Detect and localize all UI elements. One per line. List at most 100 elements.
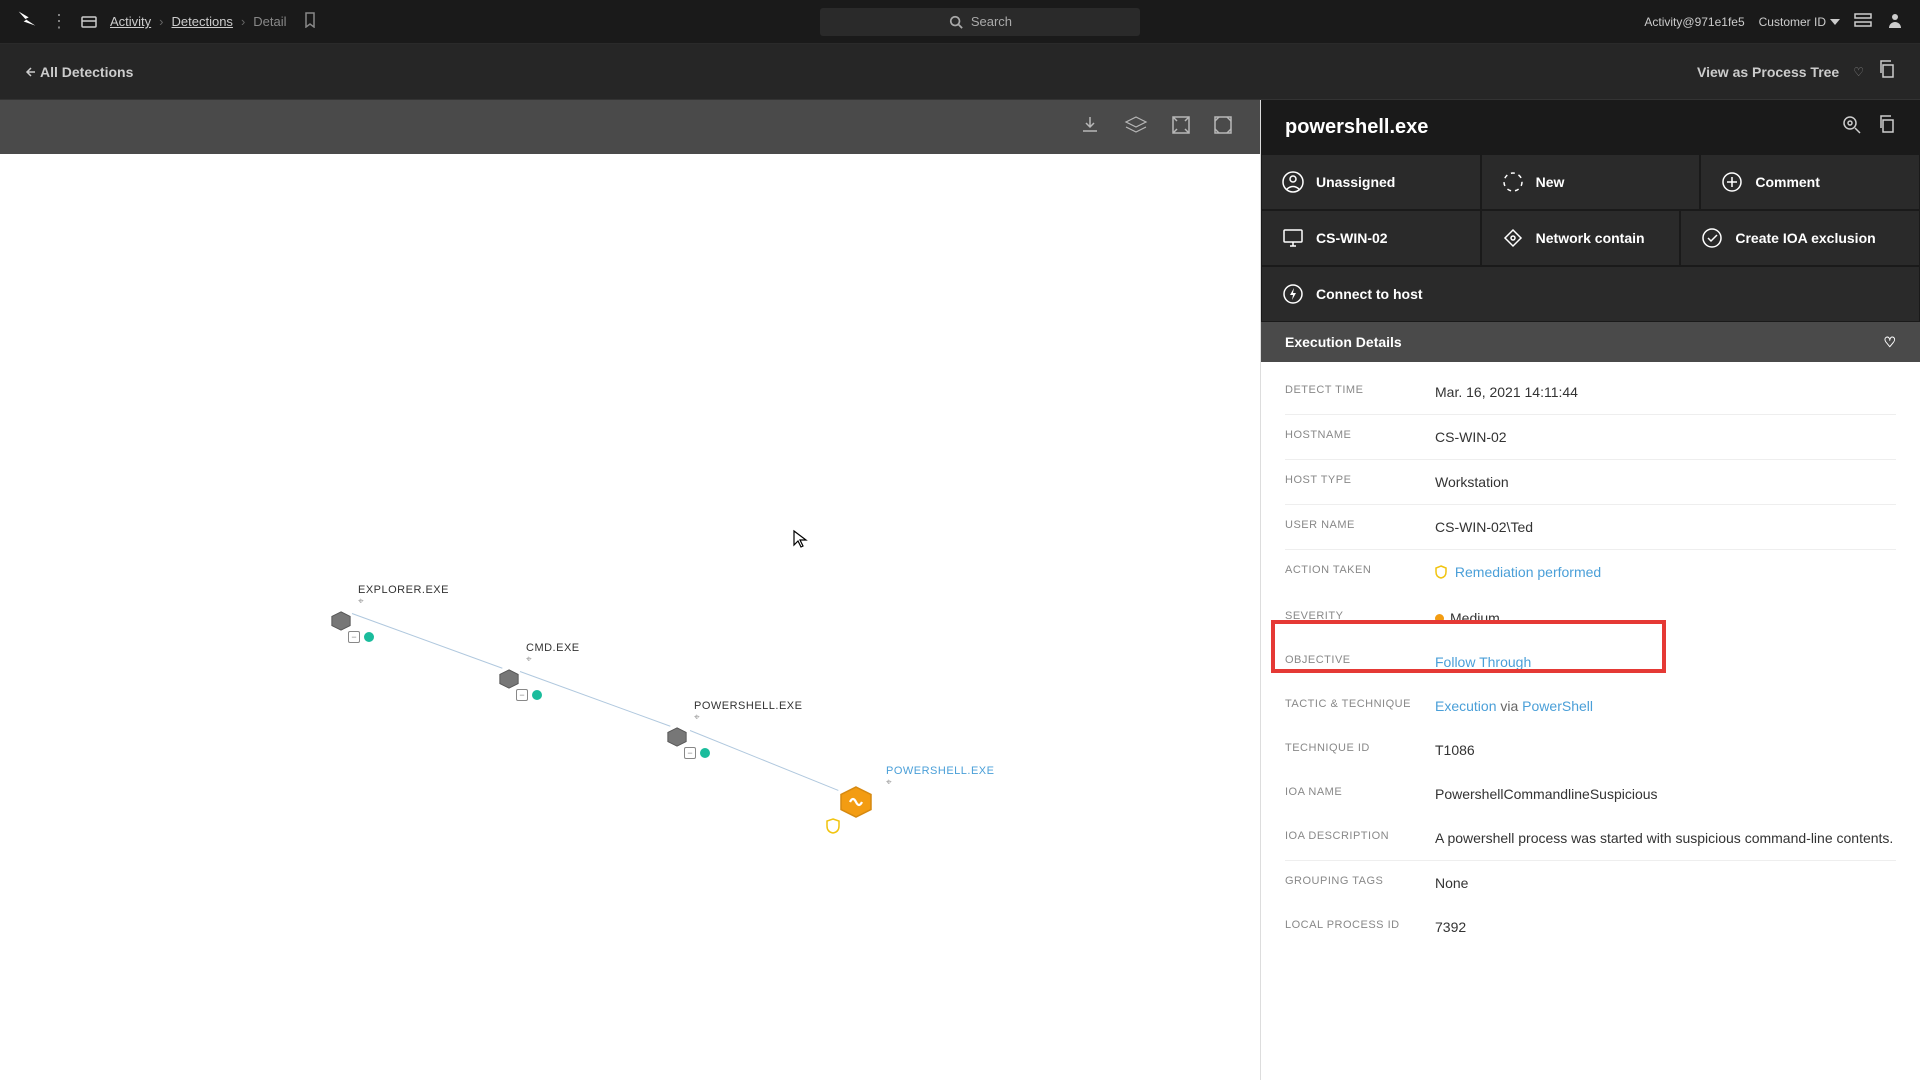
severity-dot-icon (1435, 614, 1444, 623)
canvas-toolbar (0, 100, 1260, 154)
topbar-right: Activity@971e1fe5 Customer ID (1644, 11, 1904, 32)
tree-edge (520, 671, 671, 727)
node-sub-icon: ⌖ (526, 654, 580, 665)
breadcrumb: Activity › Detections › Detail (110, 12, 317, 31)
details-panel: powershell.exe Unassigned New Comment (1260, 100, 1920, 1080)
tree-node-cmd[interactable]: CMD.EXE ⌖ (526, 642, 580, 665)
bookmark-icon[interactable] (303, 12, 317, 31)
workspace-label: Activity@971e1fe5 (1644, 15, 1744, 29)
breadcrumb-activity[interactable]: Activity (110, 14, 151, 29)
collapse-toggle-icon[interactable]: − (684, 747, 696, 759)
monitor-icon (1282, 228, 1304, 248)
action-taken-link[interactable]: Remediation performed (1455, 564, 1601, 580)
subbar-right: View as Process Tree ♡ (1697, 60, 1896, 83)
breadcrumb-detections[interactable]: Detections (172, 14, 233, 29)
search-input[interactable]: Search (820, 8, 1140, 36)
technique-link[interactable]: PowerShell (1522, 698, 1593, 714)
main-layout: EXPLORER.EXE ⌖ − CMD.EXE ⌖ − (0, 100, 1920, 1080)
plus-circle-icon (1721, 171, 1743, 193)
bolt-circle-icon (1282, 283, 1304, 305)
collapse-icon[interactable] (1214, 116, 1232, 139)
node-label: EXPLORER.EXE (358, 584, 449, 596)
process-tree-canvas[interactable]: EXPLORER.EXE ⌖ − CMD.EXE ⌖ − (0, 154, 1260, 1080)
hex-selected-icon[interactable] (838, 784, 874, 820)
tactic-link[interactable]: Execution (1435, 698, 1496, 714)
download-icon[interactable] (1080, 115, 1100, 140)
node-badges: − (516, 689, 542, 701)
canvas-wrap: EXPLORER.EXE ⌖ − CMD.EXE ⌖ − (0, 100, 1260, 1080)
tree-node-powershell-2[interactable]: POWERSHELL.EXE ⌖ (886, 765, 994, 788)
row-user-name: USER NAME CS-WIN-02\Ted (1285, 505, 1896, 550)
chevron-down-icon: ♡ (1883, 334, 1896, 351)
objective-link[interactable]: Follow Through (1435, 654, 1531, 670)
expand-icon[interactable] (1172, 116, 1190, 139)
row-host-type: HOST TYPE Workstation (1285, 460, 1896, 505)
shield-small-icon (826, 818, 840, 839)
back-all-detections[interactable]: All Detections (24, 64, 133, 80)
node-label: POWERSHELL.EXE (886, 765, 994, 777)
node-sub-icon: ⌖ (694, 712, 802, 723)
collapse-toggle-icon[interactable]: − (516, 689, 528, 701)
action-ioa-exclusion[interactable]: Create IOA exclusion (1680, 210, 1920, 266)
sub-bar: All Detections View as Process Tree ♡ (0, 44, 1920, 100)
panel-header-icons (1842, 115, 1896, 140)
customer-id-dropdown[interactable]: Customer ID (1759, 15, 1840, 29)
action-unassigned[interactable]: Unassigned (1261, 154, 1481, 210)
node-sub-icon: ⌖ (358, 596, 449, 607)
action-connect-host[interactable]: Connect to host (1261, 266, 1920, 322)
falcon-logo-icon[interactable] (16, 9, 38, 34)
action-new[interactable]: New (1481, 154, 1701, 210)
mouse-cursor-icon (792, 529, 808, 554)
module-icon[interactable] (80, 13, 98, 31)
action-host[interactable]: CS-WIN-02 (1261, 210, 1481, 266)
check-circle-icon (1701, 227, 1723, 249)
tree-edge (690, 730, 839, 791)
row-ioa-description: IOA DESCRIPTION A powershell process was… (1285, 816, 1896, 861)
panel-actions-row3: Connect to host (1261, 266, 1920, 322)
row-ioa-name: IOA NAME PowershellCommandlineSuspicious (1285, 772, 1896, 816)
row-action-taken: ACTION TAKEN Remediation performed (1285, 550, 1896, 596)
node-badges: − (684, 747, 710, 759)
row-hostname: HOSTNAME CS-WIN-02 (1285, 415, 1896, 460)
tree-node-explorer[interactable]: EXPLORER.EXE ⌖ (358, 584, 449, 607)
row-detect-time: DETECT TIME Mar. 16, 2021 14:11:44 (1285, 370, 1896, 415)
copy-icon[interactable] (1878, 60, 1896, 83)
zoom-icon[interactable] (1842, 115, 1862, 140)
hex-icon[interactable] (330, 610, 352, 632)
panel-actions-row2: CS-WIN-02 Network contain Create IOA exc… (1261, 210, 1920, 266)
topbar-left: ⋮ Activity › Detections › Detail (16, 9, 317, 34)
status-circle-icon (1502, 171, 1524, 193)
row-severity: SEVERITY Medium (1285, 596, 1896, 640)
action-network-contain[interactable]: Network contain (1481, 210, 1681, 266)
row-grouping-tags: GROUPING TAGS None (1285, 861, 1896, 905)
action-comment[interactable]: Comment (1700, 154, 1920, 210)
user-icon[interactable] (1886, 11, 1904, 32)
collapse-toggle-icon[interactable]: − (348, 631, 360, 643)
layers-icon[interactable] (1124, 115, 1148, 140)
copy-icon[interactable] (1878, 115, 1896, 140)
details-list: DETECT TIME Mar. 16, 2021 14:11:44 HOSTN… (1261, 362, 1920, 957)
row-objective: OBJECTIVE Follow Through (1285, 640, 1896, 684)
hex-icon[interactable] (666, 726, 688, 748)
pin-icon[interactable]: ♡ (1853, 65, 1864, 79)
row-tactic-technique: TACTIC & TECHNIQUE Execution via PowerSh… (1285, 684, 1896, 728)
search-placeholder: Search (971, 14, 1012, 29)
stack-icon[interactable] (1854, 12, 1872, 31)
network-icon (1502, 227, 1524, 249)
section-execution-details[interactable]: Execution Details ♡ (1261, 322, 1920, 362)
panel-actions-row1: Unassigned New Comment (1261, 154, 1920, 210)
hex-icon[interactable] (498, 668, 520, 690)
node-sub-icon: ⌖ (886, 777, 994, 788)
row-technique-id: TECHNIQUE ID T1086 (1285, 728, 1896, 772)
node-label: POWERSHELL.EXE (694, 700, 802, 712)
menu-dots-icon[interactable]: ⋮ (50, 11, 68, 32)
panel-title: powershell.exe (1285, 116, 1428, 139)
view-as-tree[interactable]: View as Process Tree (1697, 64, 1839, 80)
status-dot-icon (364, 632, 374, 642)
status-dot-icon (700, 748, 710, 758)
tree-node-powershell-1[interactable]: POWERSHELL.EXE ⌖ (694, 700, 802, 723)
status-dot-icon (532, 690, 542, 700)
chevron-right-icon: › (159, 14, 163, 29)
panel-header: powershell.exe (1261, 100, 1920, 154)
user-circle-icon (1282, 171, 1304, 193)
